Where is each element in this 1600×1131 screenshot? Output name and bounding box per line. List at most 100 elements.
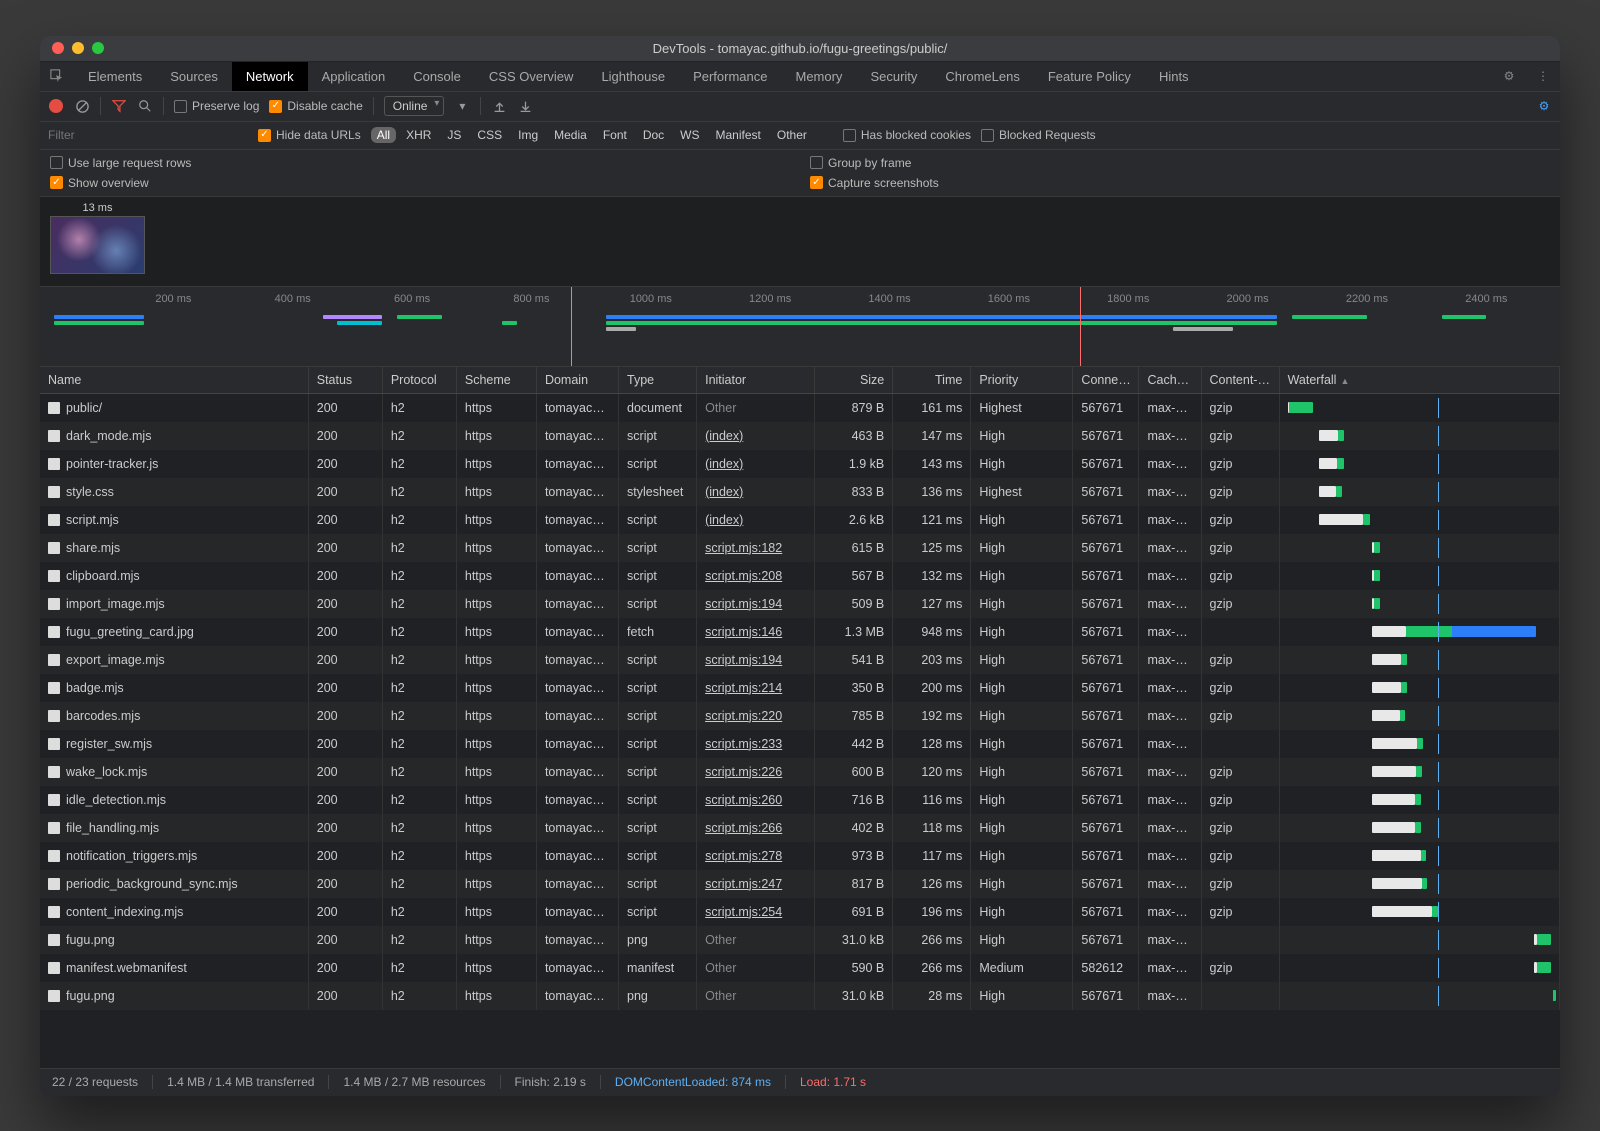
filter-funnel-icon[interactable] — [111, 98, 127, 114]
initiator-link[interactable]: (index) — [705, 457, 743, 471]
tab-sources[interactable]: Sources — [156, 62, 232, 91]
table-row[interactable]: manifest.webmanifest200h2httpstomayac…ma… — [40, 954, 1560, 982]
minimize-window-button[interactable] — [72, 42, 84, 54]
table-row[interactable]: file_handling.mjs200h2httpstomayac…scrip… — [40, 814, 1560, 842]
col-scheme[interactable]: Scheme — [456, 367, 536, 394]
filter-type-img[interactable]: Img — [512, 127, 544, 143]
upload-har-icon[interactable] — [491, 98, 507, 114]
initiator-link[interactable]: script.mjs:266 — [705, 821, 782, 835]
col-name[interactable]: Name — [40, 367, 308, 394]
initiator-link[interactable]: script.mjs:260 — [705, 793, 782, 807]
screenshot-thumbnail[interactable] — [50, 216, 145, 274]
table-row[interactable]: dark_mode.mjs200h2httpstomayac…script(in… — [40, 422, 1560, 450]
initiator-link[interactable]: script.mjs:182 — [705, 541, 782, 555]
tab-feature-policy[interactable]: Feature Policy — [1034, 62, 1145, 91]
table-row[interactable]: script.mjs200h2httpstomayac…script(index… — [40, 506, 1560, 534]
clear-icon[interactable] — [74, 98, 90, 114]
table-row[interactable]: fugu.png200h2httpstomayac…pngOther31.0 k… — [40, 926, 1560, 954]
blocked-requests-checkbox[interactable]: Blocked Requests — [981, 128, 1096, 142]
col-priority[interactable]: Priority — [971, 367, 1073, 394]
filter-type-media[interactable]: Media — [548, 127, 593, 143]
col-size[interactable]: Size — [815, 367, 893, 394]
tab-performance[interactable]: Performance — [679, 62, 781, 91]
table-row[interactable]: register_sw.mjs200h2httpstomayac…scripts… — [40, 730, 1560, 758]
tab-elements[interactable]: Elements — [74, 62, 156, 91]
tab-chromelens[interactable]: ChromeLens — [931, 62, 1033, 91]
filter-type-doc[interactable]: Doc — [637, 127, 670, 143]
col-initiator[interactable]: Initiator — [697, 367, 815, 394]
zoom-window-button[interactable] — [92, 42, 104, 54]
filter-type-js[interactable]: JS — [441, 127, 467, 143]
tab-lighthouse[interactable]: Lighthouse — [587, 62, 679, 91]
screenshot-strip[interactable]: 13 ms — [40, 197, 1560, 287]
show-overview-checkbox[interactable]: Show overview — [50, 176, 790, 190]
initiator-link[interactable]: (index) — [705, 429, 743, 443]
table-row[interactable]: share.mjs200h2httpstomayac…scriptscript.… — [40, 534, 1560, 562]
col-time[interactable]: Time — [893, 367, 971, 394]
initiator-link[interactable]: script.mjs:194 — [705, 597, 782, 611]
capture-screenshots-checkbox[interactable]: Capture screenshots — [810, 176, 1550, 190]
tab-application[interactable]: Application — [308, 62, 400, 91]
throttling-chevron-icon[interactable]: ▾ — [454, 98, 470, 114]
table-row[interactable]: periodic_background_sync.mjs200h2httpsto… — [40, 870, 1560, 898]
large-rows-checkbox[interactable]: Use large request rows — [50, 156, 790, 170]
initiator-link[interactable]: (index) — [705, 513, 743, 527]
table-row[interactable]: fugu_greeting_card.jpg200h2httpstomayac…… — [40, 618, 1560, 646]
tab-security[interactable]: Security — [856, 62, 931, 91]
initiator-link[interactable]: script.mjs:233 — [705, 737, 782, 751]
filter-type-manifest[interactable]: Manifest — [710, 127, 767, 143]
table-row[interactable]: badge.mjs200h2httpstomayac…scriptscript.… — [40, 674, 1560, 702]
table-row[interactable]: clipboard.mjs200h2httpstomayac…scriptscr… — [40, 562, 1560, 590]
filter-type-css[interactable]: CSS — [471, 127, 508, 143]
overview-timeline[interactable]: 200 ms400 ms600 ms800 ms1000 ms1200 ms14… — [40, 287, 1560, 367]
inspect-element-icon[interactable] — [40, 62, 74, 91]
table-row[interactable]: barcodes.mjs200h2httpstomayac…scriptscri… — [40, 702, 1560, 730]
tab-network[interactable]: Network — [232, 62, 308, 91]
network-table[interactable]: NameStatusProtocolSchemeDomainTypeInitia… — [40, 367, 1560, 1068]
filter-type-xhr[interactable]: XHR — [400, 127, 437, 143]
col-status[interactable]: Status — [308, 367, 382, 394]
initiator-link[interactable]: script.mjs:208 — [705, 569, 782, 583]
kebab-menu-icon[interactable]: ⋮ — [1526, 62, 1560, 91]
throttling-select[interactable]: Online — [384, 96, 445, 116]
initiator-link[interactable]: script.mjs:278 — [705, 849, 782, 863]
tab-memory[interactable]: Memory — [781, 62, 856, 91]
has-blocked-cookies-checkbox[interactable]: Has blocked cookies — [843, 128, 971, 142]
tab-console[interactable]: Console — [399, 62, 475, 91]
hide-data-urls-checkbox[interactable]: Hide data URLs — [258, 128, 361, 142]
table-row[interactable]: notification_triggers.mjs200h2httpstomay… — [40, 842, 1560, 870]
initiator-link[interactable]: script.mjs:247 — [705, 877, 782, 891]
filter-input[interactable] — [48, 128, 248, 142]
tab-hints[interactable]: Hints — [1145, 62, 1203, 91]
close-window-button[interactable] — [52, 42, 64, 54]
tab-css-overview[interactable]: CSS Overview — [475, 62, 588, 91]
table-row[interactable]: style.css200h2httpstomayac…stylesheet(in… — [40, 478, 1560, 506]
initiator-link[interactable]: script.mjs:220 — [705, 709, 782, 723]
table-row[interactable]: idle_detection.mjs200h2httpstomayac…scri… — [40, 786, 1560, 814]
disable-cache-checkbox[interactable]: Disable cache — [269, 99, 362, 113]
col-conn[interactable]: Conne… — [1073, 367, 1139, 394]
table-row[interactable]: wake_lock.mjs200h2httpstomayac…scriptscr… — [40, 758, 1560, 786]
initiator-link[interactable]: script.mjs:214 — [705, 681, 782, 695]
table-row[interactable]: fugu.png200h2httpstomayac…pngOther31.0 k… — [40, 982, 1560, 1010]
table-row[interactable]: import_image.mjs200h2httpstomayac…script… — [40, 590, 1560, 618]
download-har-icon[interactable] — [517, 98, 533, 114]
table-row[interactable]: pointer-tracker.js200h2httpstomayac…scri… — [40, 450, 1560, 478]
filter-type-font[interactable]: Font — [597, 127, 633, 143]
record-button[interactable] — [48, 98, 64, 114]
col-wf[interactable]: Waterfall — [1279, 367, 1559, 394]
filter-type-other[interactable]: Other — [771, 127, 813, 143]
settings-gear-icon[interactable]: ⚙ — [1492, 62, 1526, 91]
preserve-log-checkbox[interactable]: Preserve log — [174, 99, 259, 113]
filter-type-ws[interactable]: WS — [674, 127, 705, 143]
col-type[interactable]: Type — [619, 367, 697, 394]
initiator-link[interactable]: script.mjs:254 — [705, 905, 782, 919]
initiator-link[interactable]: (index) — [705, 485, 743, 499]
col-protocol[interactable]: Protocol — [382, 367, 456, 394]
col-domain[interactable]: Domain — [536, 367, 618, 394]
table-row[interactable]: public/200h2httpstomayac…documentOther87… — [40, 393, 1560, 422]
network-settings-gear-icon[interactable]: ⚙ — [1536, 98, 1552, 114]
col-content[interactable]: Content-… — [1201, 367, 1279, 394]
filter-type-all[interactable]: All — [371, 127, 396, 143]
col-cache[interactable]: Cach… — [1139, 367, 1201, 394]
